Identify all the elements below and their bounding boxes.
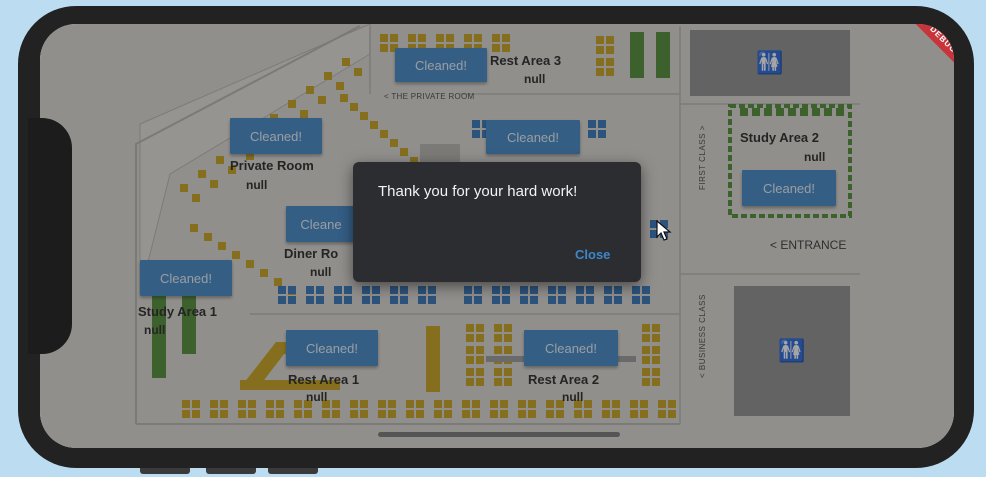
home-indicator[interactable] <box>378 432 620 437</box>
app-screen: 🚻 🚻 < THE PRIVATE ROOM < ENTRANCE FIRST … <box>40 24 954 448</box>
thank-you-dialog: Thank you for your hard work! Close <box>353 162 641 282</box>
phone-side-button <box>268 468 318 474</box>
phone-notch <box>28 118 72 354</box>
mouse-cursor-icon <box>656 220 672 241</box>
dialog-message: Thank you for your hard work! <box>378 183 578 200</box>
phone-side-button <box>140 468 190 474</box>
close-button[interactable]: Close <box>575 247 610 262</box>
phone-side-button <box>206 468 256 474</box>
